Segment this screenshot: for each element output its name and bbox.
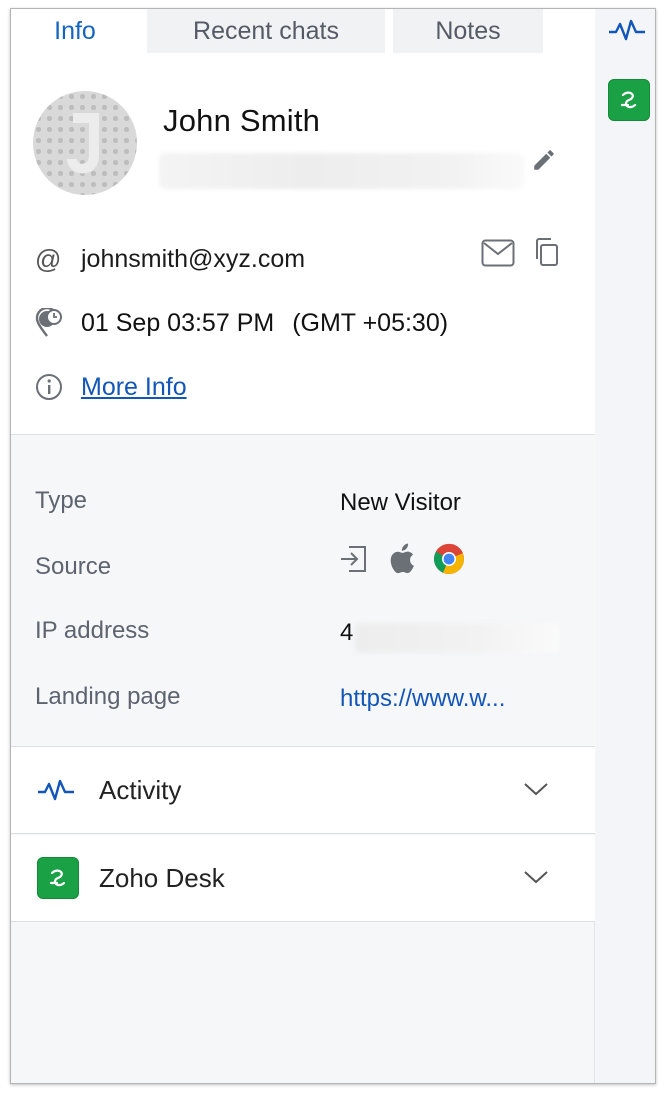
tab-notes-label: Notes	[435, 16, 501, 45]
accordion-zoho-desk-label: Zoho Desk	[99, 863, 225, 893]
apple-icon	[390, 543, 414, 574]
detail-key: Landing page	[35, 683, 181, 710]
tab-bar: Info Recent chats Notes	[11, 9, 595, 53]
chevron-down-icon	[524, 783, 548, 796]
more-info-row: More Info	[11, 367, 595, 407]
detail-row-type: Type New Visitor	[11, 487, 595, 523]
detail-row-source: Source	[11, 553, 595, 589]
chrome-icon	[434, 543, 464, 574]
contact-email[interactable]: johnsmith@xyz.com	[81, 245, 305, 274]
activity-pulse-icon	[38, 779, 74, 801]
zoho-desk-icon	[37, 857, 79, 899]
contact-card: John Smith @ johnsmith@xyz.com 01 Sep 03…	[11, 53, 595, 435]
landing-page-link[interactable]: https://www.w...	[340, 685, 505, 713]
visitor-info-panel: Info Recent chats Notes John Smith @ joh…	[11, 9, 595, 1083]
tab-info-label: Info	[54, 16, 96, 45]
detail-value: 4	[340, 619, 354, 646]
source-icons	[337, 543, 465, 575]
redacted-ip	[355, 623, 559, 653]
at-symbol-icon: @	[35, 243, 62, 274]
tab-recent-chats-label: Recent chats	[193, 16, 339, 45]
copy-icon[interactable]	[533, 237, 559, 267]
rail-activity-icon[interactable]	[608, 17, 646, 43]
detail-key: Type	[35, 487, 88, 514]
accordion-activity-label: Activity	[99, 775, 182, 805]
avatar	[33, 91, 137, 195]
avatar-initial-icon	[67, 113, 99, 174]
detail-value: New Visitor	[340, 489, 461, 516]
redacted-subtitle	[159, 153, 525, 189]
tab-info[interactable]: Info	[11, 9, 139, 53]
tab-recent-chats[interactable]: Recent chats	[147, 9, 385, 53]
location-clock-icon	[35, 308, 62, 337]
right-rail	[596, 9, 655, 1083]
accordion-zoho-desk[interactable]: Zoho Desk	[11, 835, 595, 922]
visitor-local-time: 01 Sep 03:57 PM	[81, 308, 275, 337]
detail-row-landing-page: Landing page https://www.w...	[11, 683, 595, 719]
chevron-down-icon	[524, 871, 548, 884]
rail-zoho-desk-icon[interactable]	[608, 79, 650, 121]
detail-row-ip: IP address 4	[11, 617, 595, 653]
mail-icon[interactable]	[481, 239, 515, 267]
accordion-activity[interactable]: Activity	[11, 747, 595, 834]
tab-notes[interactable]: Notes	[393, 9, 543, 53]
edit-pencil-icon[interactable]	[531, 147, 557, 173]
visitor-timezone: (GMT +05:30)	[292, 308, 449, 337]
detail-key: IP address	[35, 617, 150, 644]
app-window: Info Recent chats Notes John Smith @ joh…	[10, 8, 656, 1084]
visitor-details: Type New Visitor Source IP address 4 Lan…	[11, 435, 595, 747]
info-circle-icon	[36, 374, 62, 400]
detail-key: Source	[35, 553, 112, 580]
contact-name: John Smith	[163, 103, 321, 138]
sign-in-icon	[341, 546, 366, 572]
local-time-row: 01 Sep 03:57 PM (GMT +05:30)	[11, 303, 595, 343]
more-info-link[interactable]: More Info	[81, 373, 187, 402]
